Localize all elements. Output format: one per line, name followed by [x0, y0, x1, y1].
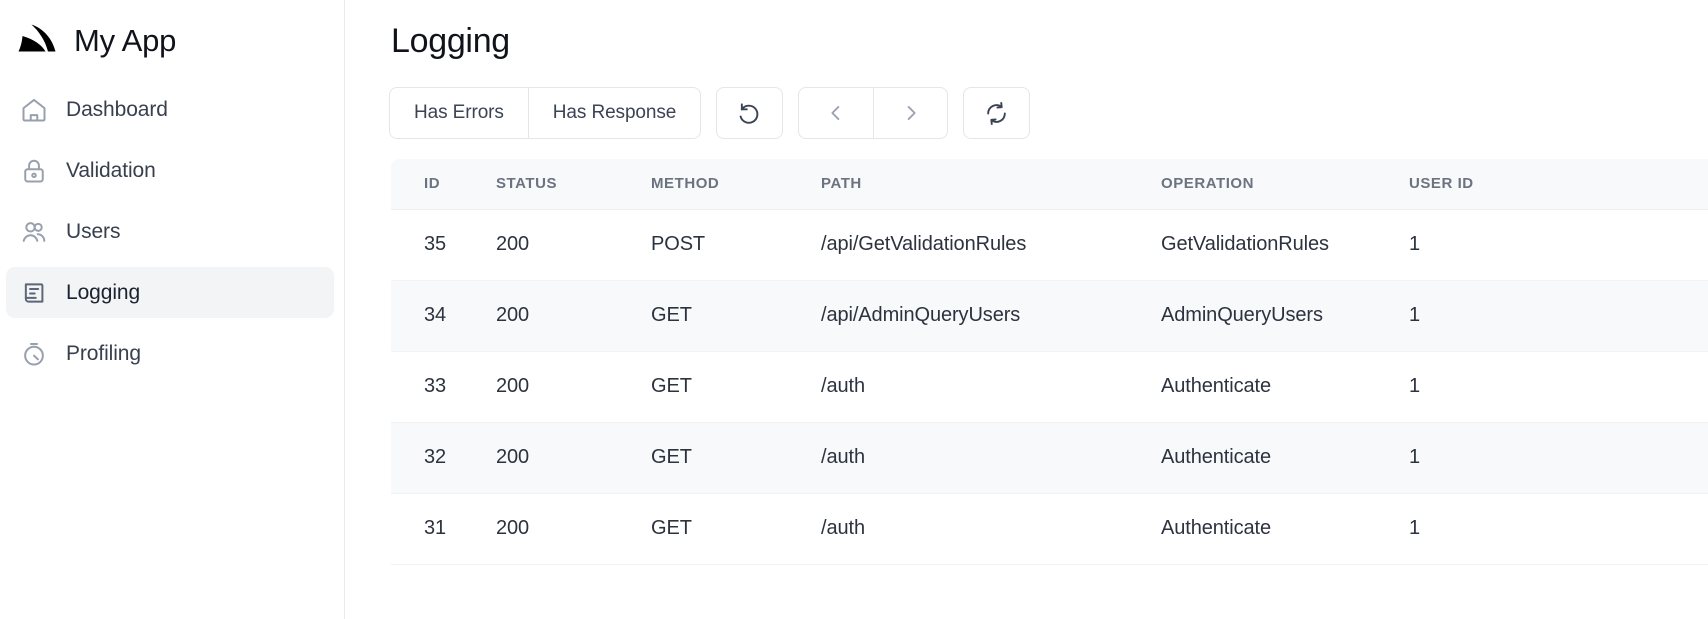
toolbar: Has Errors Has Response: [389, 87, 1708, 139]
cell-user-id: 1: [1409, 209, 1708, 281]
cell-status: 200: [496, 351, 651, 423]
table-head: ID STATUS METHOD PATH OPERATION USER ID: [391, 159, 1708, 210]
reset-filters-button[interactable]: [716, 87, 784, 139]
sidebar-item-logging[interactable]: Logging: [6, 267, 334, 318]
cell-status: 200: [496, 209, 651, 281]
cell-id: 33: [391, 351, 496, 423]
cell-user-id: 1: [1409, 422, 1708, 494]
app-root: My App Dashboard Validation Users Loggin…: [0, 0, 1708, 619]
cell-path: /api/GetValidationRules: [821, 209, 1161, 281]
sidebar-item-users[interactable]: Users: [6, 206, 334, 257]
log-table: ID STATUS METHOD PATH OPERATION USER ID …: [391, 159, 1708, 565]
cell-operation: Authenticate: [1161, 493, 1409, 565]
sidebar: My App Dashboard Validation Users Loggin…: [0, 0, 345, 619]
cell-method: GET: [651, 493, 821, 565]
shark-fin-logo-icon: [14, 18, 60, 64]
page-title: Logging: [391, 22, 510, 60]
refresh-circle-icon: [983, 100, 1010, 127]
cell-method: GET: [651, 280, 821, 352]
column-header-id[interactable]: ID: [391, 159, 496, 210]
filter-button-group: Has Errors Has Response: [389, 87, 702, 139]
table-body: 35 200 POST /api/GetValidationRules GetV…: [391, 209, 1708, 565]
cell-operation: AdminQueryUsers: [1161, 280, 1409, 352]
cell-id: 35: [391, 209, 496, 281]
column-header-user-id[interactable]: USER ID: [1409, 159, 1708, 210]
table-row[interactable]: 35 200 POST /api/GetValidationRules GetV…: [391, 209, 1708, 281]
users-icon: [20, 218, 48, 246]
brand[interactable]: My App: [0, 0, 344, 78]
chevron-right-icon: [900, 102, 922, 124]
cell-user-id: 1: [1409, 351, 1708, 423]
table-row[interactable]: 33 200 GET /auth Authenticate 1: [391, 351, 1708, 423]
chevron-left-icon: [825, 102, 847, 124]
cell-method: GET: [651, 351, 821, 423]
brand-name: My App: [74, 23, 177, 58]
sidebar-item-label: Users: [66, 219, 121, 243]
cell-operation: GetValidationRules: [1161, 209, 1409, 281]
sidebar-item-dashboard[interactable]: Dashboard: [6, 84, 334, 135]
lock-icon: [20, 157, 48, 185]
column-header-method[interactable]: METHOD: [651, 159, 821, 210]
cell-status: 200: [496, 280, 651, 352]
undo-arrow-icon: [736, 100, 763, 127]
cell-user-id: 1: [1409, 280, 1708, 352]
table-row[interactable]: 32 200 GET /auth Authenticate 1: [391, 422, 1708, 494]
cell-path: /api/AdminQueryUsers: [821, 280, 1161, 352]
refresh-button[interactable]: [963, 87, 1031, 139]
cell-path: /auth: [821, 493, 1161, 565]
column-header-status[interactable]: STATUS: [496, 159, 651, 210]
log-document-icon: [20, 279, 48, 307]
has-errors-button[interactable]: Has Errors: [389, 87, 528, 139]
cell-id: 34: [391, 280, 496, 352]
home-icon: [20, 96, 48, 124]
cell-operation: Authenticate: [1161, 422, 1409, 494]
sidebar-item-label: Validation: [66, 158, 156, 182]
table-header-row: ID STATUS METHOD PATH OPERATION USER ID: [391, 159, 1708, 210]
table-row[interactable]: 34 200 GET /api/AdminQueryUsers AdminQue…: [391, 280, 1708, 352]
pagination-button-group: [798, 87, 949, 139]
sidebar-item-label: Profiling: [66, 341, 141, 365]
cell-path: /auth: [821, 422, 1161, 494]
sidebar-item-validation[interactable]: Validation: [6, 145, 334, 196]
cell-id: 32: [391, 422, 496, 494]
table-row[interactable]: 31 200 GET /auth Authenticate 1: [391, 493, 1708, 565]
column-header-path[interactable]: PATH: [821, 159, 1161, 210]
column-header-operation[interactable]: OPERATION: [1161, 159, 1409, 210]
main-content: Logging Has Errors Has Response ID STATU…: [345, 0, 1708, 619]
next-page-button[interactable]: [873, 87, 949, 139]
cell-method: GET: [651, 422, 821, 494]
cell-user-id: 1: [1409, 493, 1708, 565]
cell-method: POST: [651, 209, 821, 281]
has-response-button[interactable]: Has Response: [527, 87, 702, 139]
log-table-wrapper: ID STATUS METHOD PATH OPERATION USER ID …: [391, 159, 1708, 565]
sidebar-item-label: Dashboard: [66, 97, 168, 121]
sidebar-item-label: Logging: [66, 280, 141, 304]
timer-icon: [20, 340, 48, 368]
cell-status: 200: [496, 493, 651, 565]
cell-id: 31: [391, 493, 496, 565]
sidebar-item-profiling[interactable]: Profiling: [6, 328, 334, 379]
cell-status: 200: [496, 422, 651, 494]
cell-path: /auth: [821, 351, 1161, 423]
cell-operation: Authenticate: [1161, 351, 1409, 423]
prev-page-button[interactable]: [798, 87, 874, 139]
sidebar-nav: Dashboard Validation Users Logging Profi…: [0, 78, 344, 379]
